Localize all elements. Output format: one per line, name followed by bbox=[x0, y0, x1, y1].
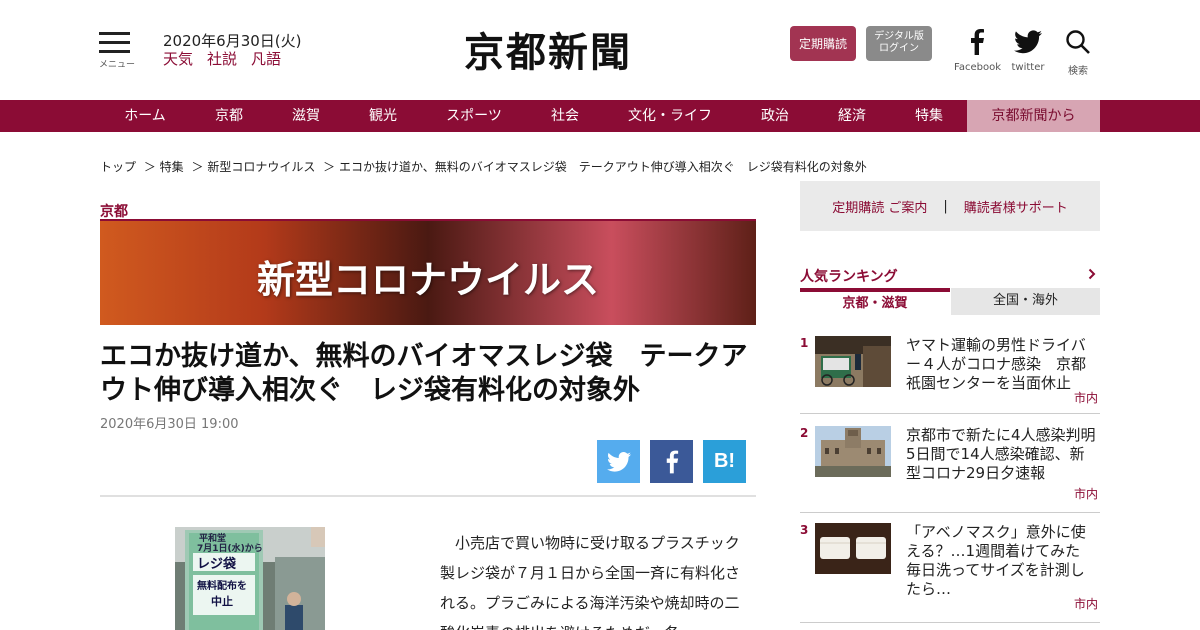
nav-item-from-kyoto-np[interactable]: 京都新聞から bbox=[967, 100, 1100, 132]
digital-login-line2: ログイン bbox=[879, 43, 919, 54]
subscribe-button[interactable]: 定期購読 bbox=[790, 26, 856, 61]
editorial-link[interactable]: 社説 bbox=[207, 50, 237, 68]
twitter-label: twitter bbox=[1011, 62, 1045, 73]
facebook-icon bbox=[666, 450, 678, 473]
digital-login-line1: デジタル版 bbox=[874, 31, 924, 42]
site-header: メニュー 2020年6月30日(火) 天気 社説 凡語 京都新聞 定期購読 デジタル… bbox=[0, 0, 1200, 100]
subscription-info-link[interactable]: 定期購読 ご案内 bbox=[832, 197, 927, 216]
ranking-title-text: ヤマト運輸の男性ドライバー４人がコロナ感染 京都祇園センターを当面休止 bbox=[906, 336, 1087, 392]
svg-text:平和堂: 平和堂 bbox=[199, 532, 226, 544]
subscriber-support-link[interactable]: 購読者様サポート bbox=[964, 197, 1068, 216]
ranking-title[interactable]: 人気ランキング bbox=[800, 266, 898, 286]
header-sublinks: 天気 社説 凡語 bbox=[163, 48, 295, 69]
photo-sign-sub1: 無料配布を bbox=[197, 579, 247, 592]
breadcrumb-features[interactable]: ＞ 特集 bbox=[144, 160, 184, 174]
article-date: 2020年6月30日 19:00 bbox=[100, 417, 239, 432]
ranking-tag: 市内 bbox=[1073, 391, 1098, 405]
ranking-thumbnail bbox=[815, 426, 891, 477]
facebook-icon bbox=[954, 28, 1000, 56]
ranking-item[interactable]: 2 京都市で新たに4人感染判明 5日間で14人感染確認、新型コロナ29日夕速報 … bbox=[800, 426, 1111, 513]
weather-link[interactable]: 天気 bbox=[163, 50, 193, 68]
photo-sign-main: レジ袋 bbox=[197, 556, 237, 572]
photo-sign-date: 7月1日(水)から bbox=[197, 542, 263, 554]
ranking-number: 3 bbox=[800, 523, 809, 537]
column-link[interactable]: 凡語 bbox=[251, 50, 281, 68]
ranking-number: 1 bbox=[800, 336, 809, 350]
tab-kyoto-shiga[interactable]: 京都・滋賀 bbox=[800, 288, 950, 318]
menu-label: メニュー bbox=[99, 60, 136, 70]
banner-text: 新型コロナウイルス bbox=[256, 257, 599, 302]
photo-sign-sub2: 中止 bbox=[211, 594, 233, 608]
twitter-icon bbox=[606, 451, 631, 472]
nav-item-home[interactable]: ホーム bbox=[110, 100, 180, 132]
hatena-bookmark-icon: B! bbox=[713, 450, 736, 472]
site-logo[interactable]: 京都新聞 bbox=[464, 20, 632, 78]
nav-item-politics[interactable]: 政治 bbox=[746, 100, 804, 132]
article-region[interactable]: 京都 bbox=[100, 201, 128, 221]
twitter-icon bbox=[1010, 28, 1046, 56]
menu-button[interactable]: メニュー bbox=[99, 32, 136, 70]
ranking-tag: 市内 bbox=[1073, 487, 1098, 501]
ranking-thumbnail bbox=[815, 336, 891, 387]
chevron-right-icon[interactable] bbox=[1088, 268, 1096, 284]
share-hatena-button[interactable]: B! bbox=[703, 440, 746, 483]
nav-item-kyoto[interactable]: 京都 bbox=[200, 100, 258, 132]
nav-item-economy[interactable]: 経済 bbox=[823, 100, 881, 132]
share-facebook-button[interactable] bbox=[650, 440, 693, 483]
ranking-title-text: 京都市で新たに4人感染判明 5日間で14人感染確認、新型コロナ29日夕速報 bbox=[906, 426, 1111, 482]
twitter-link[interactable]: twitter bbox=[1010, 28, 1046, 73]
ranking-tag: 市内 bbox=[1073, 597, 1098, 611]
ranking-thumbnail bbox=[815, 523, 891, 574]
tab-national-overseas[interactable]: 全国・海外 bbox=[951, 288, 1100, 315]
breadcrumb-current: ＞ エコか抜け道か、無料のバイオマスレジ袋 テークアウト伸び導入相次ぐ レジ袋有… bbox=[323, 160, 867, 174]
nav-item-sports[interactable]: スポーツ bbox=[432, 100, 516, 132]
coronavirus-banner[interactable]: 新型コロナウイルス bbox=[100, 219, 756, 325]
ranking-title-text: 「アベノマスク」意外に使える？…1週間着けてみた 毎日洗ってサイズを計測したら… bbox=[906, 523, 1096, 598]
nav-item-society[interactable]: 社会 bbox=[536, 100, 594, 132]
digital-login-button[interactable]: デジタル版 ログイン bbox=[866, 26, 932, 61]
search-icon bbox=[1062, 28, 1094, 56]
nav-item-sightseeing[interactable]: 観光 bbox=[354, 100, 412, 132]
breadcrumb-top[interactable]: トップ bbox=[100, 160, 136, 174]
nav-item-features[interactable]: 特集 bbox=[900, 100, 958, 132]
article-body: 小売店で買い物時に受け取るプラスチック製レジ袋が７月１日から全国一斉に有料化され… bbox=[440, 534, 741, 630]
main-nav: ホーム 京都 滋賀 観光 スポーツ 社会 文化・ライフ 政治 経済 特集 京都新… bbox=[0, 100, 1200, 132]
ranking-item[interactable]: 1 ヤマト運輸の男性ドライバー４人がコロナ感染 京都祇園センターを当面休止 市内 bbox=[800, 336, 1100, 414]
facebook-link[interactable]: Facebook bbox=[954, 28, 1001, 73]
article-headline: エコか抜け道か、無料のバイオマスレジ袋 テークアウト伸び導入相次ぐ レジ袋有料化… bbox=[100, 341, 748, 406]
ranking-number: 2 bbox=[800, 426, 809, 440]
search-button[interactable]: 検索 bbox=[1062, 28, 1094, 77]
breadcrumb-coronavirus[interactable]: ＞ 新型コロナウイルス bbox=[192, 160, 316, 174]
search-label: 検索 bbox=[1068, 66, 1088, 77]
nav-item-shiga[interactable]: 滋賀 bbox=[277, 100, 335, 132]
breadcrumb: トップ ＞ 特集 ＞ 新型コロナウイルス ＞ エコか抜け道か、無料のバイオマスレ… bbox=[100, 158, 871, 175]
facebook-label: Facebook bbox=[954, 62, 1001, 73]
subscriber-support-box: 定期購読 ご案内 | 購読者様サポート bbox=[800, 181, 1100, 231]
share-twitter-button[interactable] bbox=[597, 440, 640, 483]
support-separator: | bbox=[943, 198, 948, 214]
hamburger-icon bbox=[99, 32, 131, 53]
nav-item-culture[interactable]: 文化・ライフ bbox=[614, 100, 726, 132]
article-divider bbox=[100, 495, 756, 497]
article-photo[interactable]: 平和堂 7月1日(水)から レジ袋 無料配布を 中止 bbox=[175, 527, 325, 630]
ranking-item[interactable]: 3 「アベノマスク」意外に使える？…1週間着けてみた 毎日洗ってサイズを計測した… bbox=[800, 523, 1100, 623]
